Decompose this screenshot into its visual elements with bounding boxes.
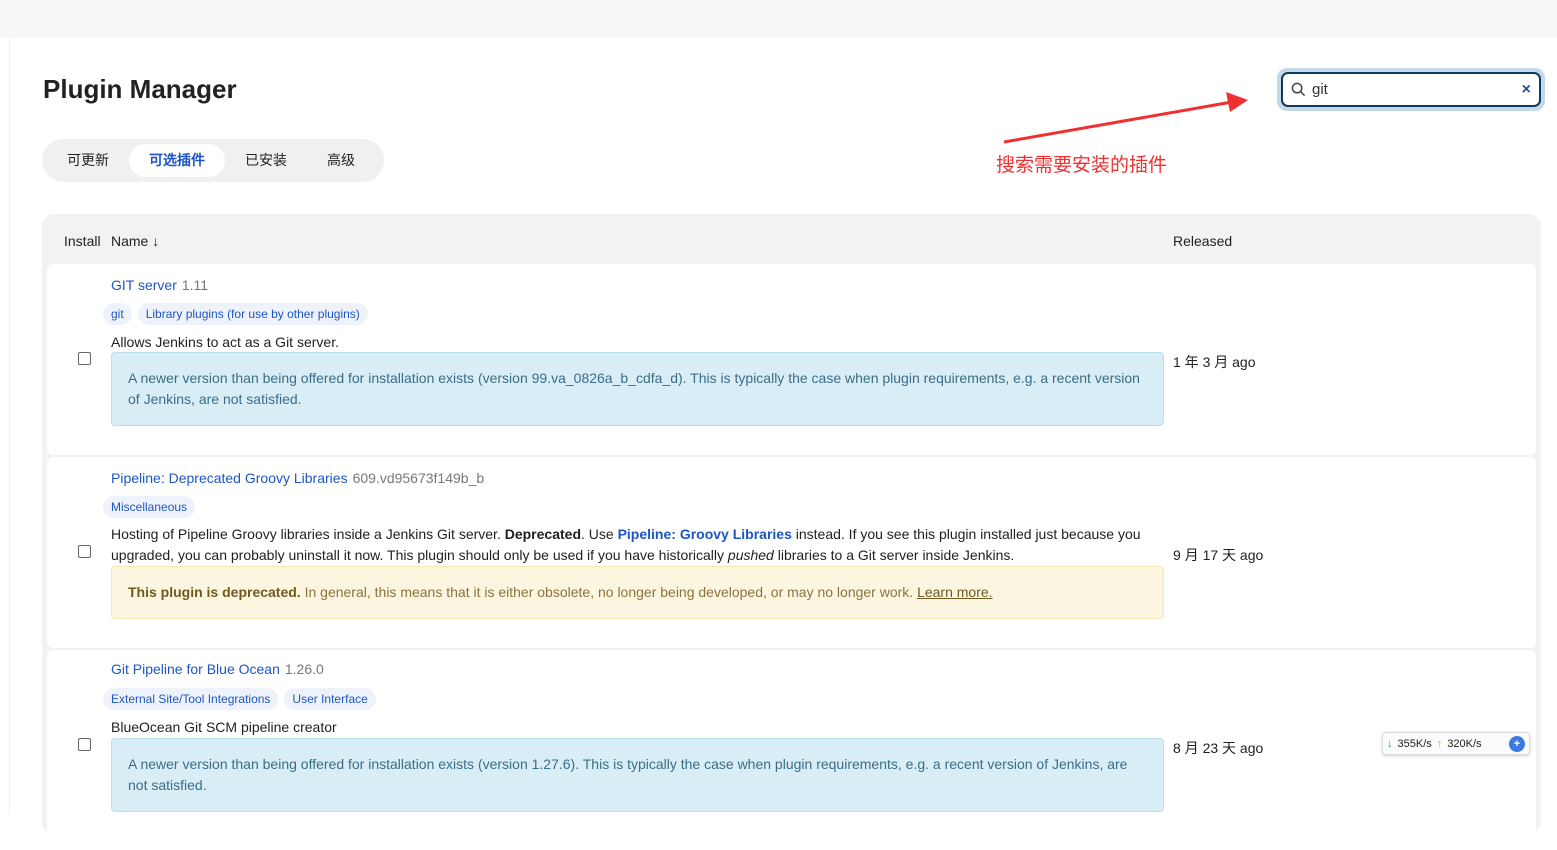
install-checkbox[interactable] — [78, 545, 91, 558]
released-date: 1 年 3 月 ago — [1173, 354, 1256, 370]
install-checkbox[interactable] — [78, 352, 91, 365]
released-date: 8 月 23 天 ago — [1173, 740, 1264, 756]
learn-more-link[interactable]: Learn more. — [917, 584, 992, 600]
search-input[interactable] — [1312, 81, 1522, 98]
tab-installed[interactable]: 已安装 — [225, 144, 307, 177]
plugin-name-link[interactable]: GIT server — [111, 277, 177, 293]
plugin-name-link[interactable]: Pipeline: Deprecated Groovy Libraries — [111, 470, 348, 486]
tab-advanced[interactable]: 高级 — [307, 144, 375, 177]
search-box: × — [1277, 68, 1545, 111]
table-row: Git Pipeline for Blue Ocean 1.26.0 Extern… — [47, 650, 1536, 850]
page-title: Plugin Manager — [43, 74, 237, 104]
plugin-version: 1.26.0 — [284, 661, 324, 677]
divider — [9, 38, 10, 814]
search-icon — [1291, 82, 1306, 97]
plugin-description: Hosting of Pipeline Groovy libraries ins… — [111, 526, 1141, 563]
tab-available[interactable]: 可选插件 — [129, 144, 225, 177]
download-speed: 355K/s — [1397, 737, 1432, 750]
install-checkbox[interactable] — [78, 738, 91, 751]
plugins-table: Install Name ↓ Released GIT server 1.11 g… — [42, 214, 1541, 850]
plugin-name-link[interactable]: Git Pipeline for Blue Ocean — [111, 661, 280, 677]
table-row: Pipeline: Deprecated Groovy Libraries 609… — [47, 457, 1536, 648]
network-speed-widget: ↓ 355K/s ↑ 320K/s + — [1382, 732, 1530, 755]
plugin-description: Allows Jenkins to act as a Git server. — [111, 334, 339, 350]
annotation-text: 搜索需要安装的插件 — [996, 155, 1168, 176]
plugin-version: 609.vd95673f149b_b — [352, 470, 485, 486]
upload-arrow-icon: ↑ — [1436, 737, 1443, 750]
groovy-libraries-link[interactable]: Pipeline: Groovy Libraries — [618, 526, 792, 542]
col-name[interactable]: Name ↓ — [111, 233, 159, 249]
download-arrow-icon: ↓ — [1387, 737, 1393, 750]
label-tag[interactable]: git — [103, 303, 132, 325]
label-tag[interactable]: External Site/Tool Integrations — [103, 688, 279, 710]
plus-icon[interactable]: + — [1509, 735, 1525, 752]
tab-updates[interactable]: 可更新 — [47, 144, 129, 177]
annotation-arrow — [1003, 92, 1248, 144]
plugin-description: BlueOcean Git SCM pipeline creator — [111, 719, 337, 735]
released-date: 9 月 17 天 ago — [1173, 547, 1264, 563]
label-tag[interactable]: Miscellaneous — [103, 496, 196, 518]
plugin-version: 1.11 — [181, 277, 209, 293]
deprecation-warning: This plugin is deprecated. In general, t… — [111, 566, 1164, 619]
info-note: A newer version than being offered for i… — [111, 738, 1164, 812]
info-note: A newer version than being offered for i… — [111, 352, 1164, 426]
tab-bar: 可更新 可选插件 已安装 高级 — [42, 139, 384, 182]
table-row: GIT server 1.11 git Library plugins (for u… — [47, 264, 1536, 455]
clear-search-button[interactable]: × — [1522, 81, 1531, 99]
label-tag[interactable]: Library plugins (for use by other plugin… — [137, 303, 368, 325]
upload-speed: 320K/s — [1447, 737, 1482, 750]
col-released[interactable]: Released — [1173, 233, 1232, 249]
col-install: Install — [64, 233, 101, 249]
label-tag[interactable]: User Interface — [284, 688, 376, 710]
browser-top-bar — [0, 0, 1557, 38]
